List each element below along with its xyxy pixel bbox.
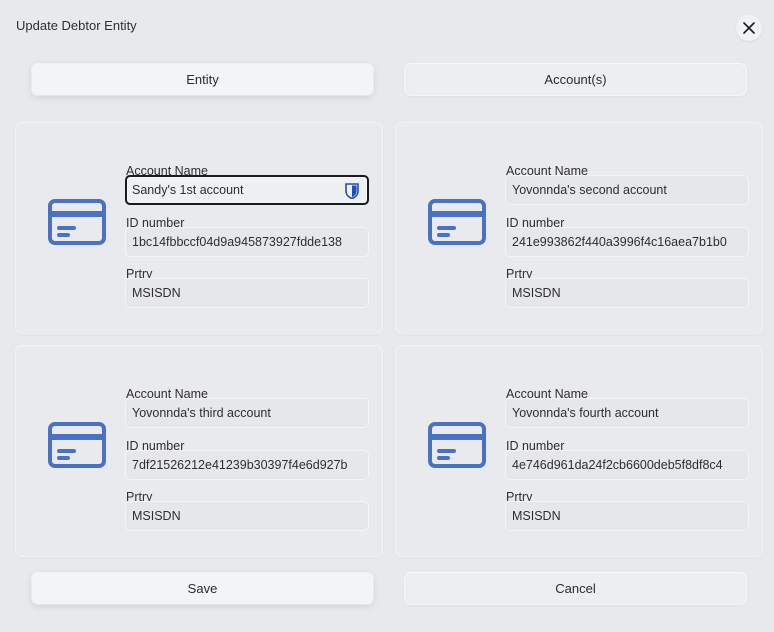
prtry-field[interactable]: MSISDN <box>505 501 749 531</box>
account-card: Account Name Yovonnda's third account ID… <box>16 346 382 556</box>
id-number-field[interactable]: 1bc14fbbccf04d9a945873927fdde138 <box>125 227 369 257</box>
close-icon <box>743 22 755 34</box>
id-number-field[interactable]: 7df21526212e41239b30397f4e6d927b <box>125 450 369 480</box>
account-name-field[interactable]: Yovonnda's fourth account <box>505 398 749 428</box>
prtry-field[interactable]: MSISDN <box>125 501 369 531</box>
update-debtor-dialog: Update Debtor Entity Entity Account(s) A… <box>0 0 774 632</box>
credit-card-icon <box>428 199 486 245</box>
dialog-title: Update Debtor Entity <box>16 18 137 33</box>
credit-card-icon <box>48 422 106 468</box>
shield-icon[interactable] <box>345 183 359 199</box>
account-name-field[interactable]: Sandy's 1st account <box>125 175 369 205</box>
tab-accounts[interactable]: Account(s) <box>405 64 746 95</box>
account-card: Account Name Yovonnda's fourth account I… <box>396 346 762 556</box>
cancel-button[interactable]: Cancel <box>405 573 746 604</box>
close-button[interactable] <box>736 15 762 41</box>
account-name-field[interactable]: Yovonnda's second account <box>505 175 749 205</box>
save-button[interactable]: Save <box>32 573 373 604</box>
credit-card-icon <box>48 199 106 245</box>
account-name-value: Sandy's 1st account <box>132 183 244 197</box>
account-card: Account Name Yovonnda's second account I… <box>396 123 762 333</box>
id-number-field[interactable]: 241e993862f440a3996f4c16aea7b1b0 <box>505 227 749 257</box>
id-number-field[interactable]: 4e746d961da24f2cb6600deb5f8df8c4 <box>505 450 749 480</box>
credit-card-icon <box>428 422 486 468</box>
prtry-field[interactable]: MSISDN <box>505 278 749 308</box>
account-name-field[interactable]: Yovonnda's third account <box>125 398 369 428</box>
prtry-field[interactable]: MSISDN <box>125 278 369 308</box>
tab-entity[interactable]: Entity <box>32 64 373 95</box>
account-card: Account Name Sandy's 1st account ID numb… <box>16 123 382 333</box>
